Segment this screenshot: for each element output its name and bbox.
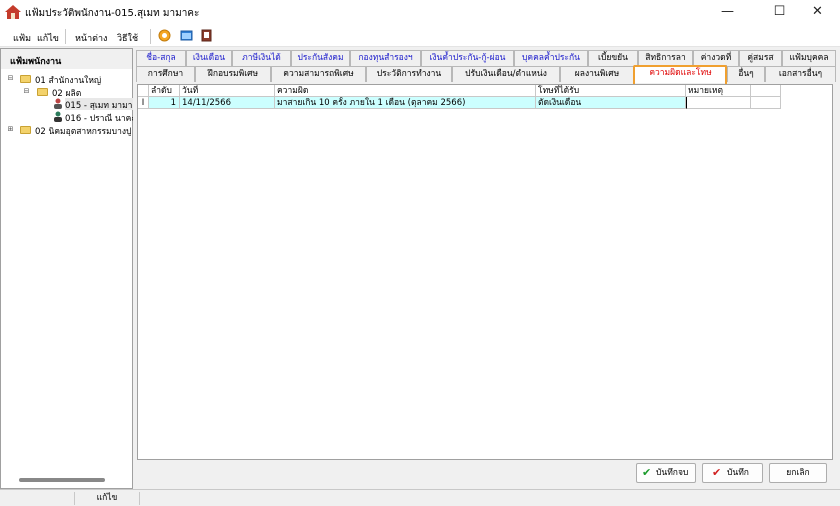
offenses-grid: ลำดับ วันที่ ความผิด โทษที่ได้รับ หมายเห… (137, 84, 833, 460)
minimize-button[interactable]: — (705, 0, 750, 25)
col-header-extra (751, 85, 781, 97)
tab-spouse[interactable]: คู่สมรส (739, 50, 782, 66)
cell-note-input[interactable] (686, 97, 751, 109)
menu-edit[interactable]: แก้ไข (37, 31, 59, 45)
status-mode: แก้ไข (75, 492, 140, 505)
window-title: แฟ้มประวัติพนักงาน-015.สุเมท มามาคะ (25, 8, 200, 19)
status-cell-empty (0, 492, 75, 505)
cell-extra (751, 97, 781, 109)
menu-bar: แฟ้ม แก้ไข หน้าต่าง วิธีใช้ (0, 25, 840, 47)
folder-icon (20, 126, 31, 134)
folder-icon (20, 75, 31, 83)
col-header-offense[interactable]: ความผิด (275, 85, 536, 97)
menu-file[interactable]: แฟ้ม (13, 31, 31, 45)
tab-education[interactable]: การศึกษา (136, 66, 195, 82)
col-header-date[interactable]: วันที่ (180, 85, 275, 97)
check-icon: ✔ (642, 466, 652, 479)
horizontal-scrollbar[interactable] (19, 478, 105, 482)
cell-seq[interactable]: 1 (149, 97, 180, 109)
tab-salary-adjustment[interactable]: ปรับเงินเดือน/ตำแหน่ง (452, 66, 560, 82)
save-close-label: บันทึกจบ (656, 468, 689, 478)
window-icon[interactable] (180, 29, 193, 42)
red-check-icon: ✔ (712, 466, 722, 479)
tab-special-works[interactable]: ผลงานพิเศษ (560, 66, 634, 82)
col-header-seq[interactable]: ลำดับ (149, 85, 180, 97)
book-icon[interactable] (200, 29, 213, 42)
col-header-note[interactable]: หมายเหตุ (686, 85, 751, 97)
menu-separator (65, 29, 66, 44)
tab-special-training[interactable]: ฝึกอบรมพิเศษ (195, 66, 271, 82)
tab-income-tax[interactable]: ภาษีเงินได้ (232, 50, 291, 66)
person-icon (54, 111, 62, 122)
app-house-icon (5, 5, 21, 19)
tab-name[interactable]: ชื่อ-สกุล (136, 50, 186, 66)
col-header-penalty[interactable]: โทษที่ได้รับ (536, 85, 686, 97)
tree-node-production[interactable]: 02 ผลิต (52, 86, 81, 99)
tab-salary[interactable]: เงินเดือน (186, 50, 232, 66)
tab-provident-fund[interactable]: กองทุนสำรองฯ (350, 50, 421, 66)
tab-others[interactable]: อื่นๆ (727, 66, 765, 82)
row-indicator: I (138, 97, 149, 109)
folder-icon (37, 88, 48, 96)
tree-node-bangpoo[interactable]: 02 นิคมอุตสาหกรรมบางปู (35, 124, 133, 136)
main-panel: ชื่อ-สกุล เงินเดือน ภาษีเงินได้ ประกันสั… (134, 48, 838, 460)
title-bar: แฟ้มประวัติพนักงาน-015.สุเมท มามาคะ — ☐ … (0, 0, 840, 25)
cancel-button[interactable]: ยกเลิก (769, 463, 827, 483)
cell-offense[interactable]: มาสายเกิน 10 ครั้ง ภายใน 1 เดือน (ตุลาคม… (275, 97, 536, 109)
tab-social-security[interactable]: ประกันสังคม (291, 50, 350, 66)
panel-header: แฟ้มพนักงาน (1, 49, 132, 69)
row-indicator-header (138, 85, 149, 97)
cell-penalty[interactable]: ตัดเงินเดือน (536, 97, 686, 109)
tab-work-history[interactable]: ประวัติการทำงาน (366, 66, 452, 82)
menu-window[interactable]: หน้าต่าง (75, 31, 107, 45)
tree-node-employee-015[interactable]: 015 - สุเมท มามาคะ (65, 98, 133, 110)
person-icon (54, 98, 62, 109)
tab-other-documents[interactable]: เอกสารอื่นๆ (765, 66, 836, 82)
tree-collapse-icon[interactable]: ⊟ (7, 75, 14, 82)
tree-expand-icon[interactable]: ⊞ (7, 126, 14, 133)
tab-guarantor[interactable]: บุคคลค้ำประกัน (514, 50, 588, 66)
cell-date[interactable]: 14/11/2566 (180, 97, 275, 109)
close-button[interactable]: ✕ (795, 0, 840, 25)
tab-special-abilities[interactable]: ความสามารถพิเศษ (271, 66, 366, 82)
tab-installment[interactable]: ค่างวดที่ (693, 50, 739, 66)
employee-tree-panel: แฟ้มพนักงาน ⊟ 01 สำนักงานใหญ่ ⊟ 02 ผลิต … (0, 48, 133, 489)
save-button[interactable]: ✔ บันทึก (702, 463, 763, 483)
menu-help[interactable]: วิธีใช้ (117, 31, 138, 45)
tab-guarantee-loan[interactable]: เงินค้ำประกัน-กู้-ผ่อน (421, 50, 514, 66)
tab-personal-file[interactable]: แฟ้มบุคคล (782, 50, 836, 66)
tab-leave-rights[interactable]: สิทธิการลา (638, 50, 693, 66)
tree-node-employee-016[interactable]: 016 - ปราณี นาคะ (65, 111, 133, 123)
status-bar: แก้ไข (0, 489, 840, 506)
save-label: บันทึก (727, 468, 749, 478)
tree-node-head-office[interactable]: 01 สำนักงานใหญ่ (35, 73, 101, 86)
toolbar-separator (150, 29, 151, 44)
help-icon[interactable] (158, 29, 171, 42)
save-close-button[interactable]: ✔ บันทึกจบ (636, 463, 696, 483)
tab-diligence[interactable]: เบี้ยขยัน (588, 50, 638, 66)
tree-collapse-icon[interactable]: ⊟ (23, 88, 30, 95)
